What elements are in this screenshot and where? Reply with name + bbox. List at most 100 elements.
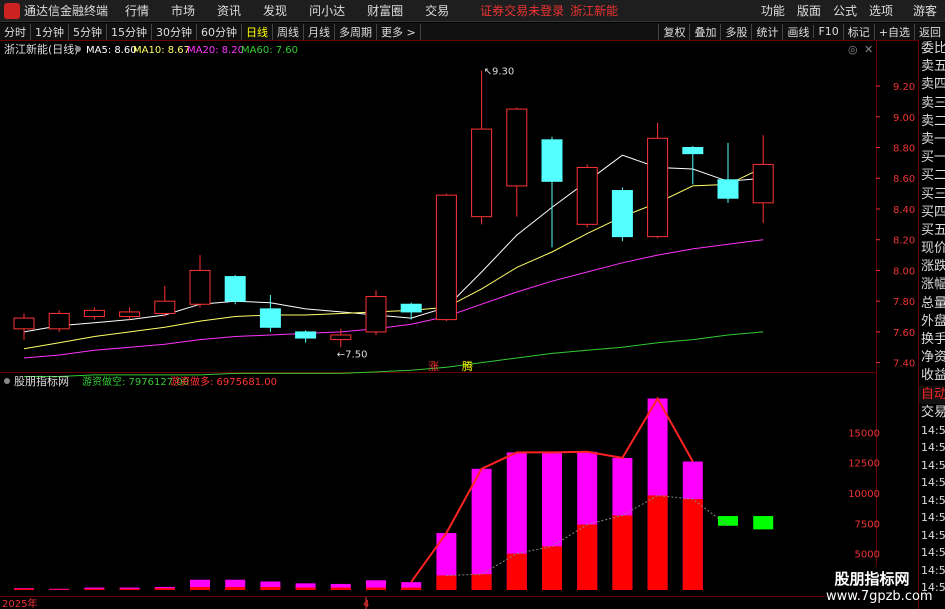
sub-y-tick-0: 15000 <box>848 428 880 439</box>
quote-label-11: 现价 <box>921 241 945 257</box>
high-price-label: ↖9.30 <box>484 67 515 78</box>
sub-legend-1: 游资做多: 6975681.00 <box>170 375 277 388</box>
quote-label-9: 买四 <box>921 204 945 220</box>
sub-bar-outer-13 <box>471 468 492 590</box>
main-y-tick-1: 9.00 <box>893 113 915 124</box>
sub-toggle-icon <box>4 378 10 384</box>
quote-label-1: 卖五 <box>921 59 945 75</box>
candle-body-5 <box>189 269 211 305</box>
x-label-year: 2025年 <box>2 597 37 609</box>
candle-body-12 <box>435 194 457 321</box>
sub-bar-inner-10 <box>366 587 386 590</box>
sub-bar-inner-15 <box>542 546 562 590</box>
candle-body-9 <box>330 334 352 341</box>
quote-label-7: 买二 <box>921 168 945 184</box>
candle-body-17 <box>611 190 633 238</box>
sub-bar-green-21 <box>753 516 774 530</box>
candle-body-8 <box>295 331 317 339</box>
sub-bar-inner-12 <box>436 575 457 590</box>
sub-bar-inner-17 <box>612 515 633 590</box>
quote-label-6: 买一 <box>921 150 945 166</box>
sub-bar-inner-19 <box>682 499 703 590</box>
ma-label-3: MA60: 7.60 <box>241 45 298 56</box>
quote-label-10: 买五 <box>921 222 945 238</box>
quote-label-4: 卖二 <box>921 113 945 129</box>
close-icon: ✕ <box>864 43 873 56</box>
candle-body-0 <box>13 317 35 330</box>
main-y-tick-9: 7.40 <box>893 359 915 370</box>
panel-tab-1[interactable]: 交易 <box>919 404 945 422</box>
watermark: 股朋指标网 www.7gpzb.com <box>826 565 933 609</box>
quote-label-14: 总量 <box>921 295 945 311</box>
watermark-url: www.7gpzb.com <box>826 589 933 604</box>
sub-y-tick-1: 12500 <box>848 459 880 470</box>
watermark-title: 股朋指标网 <box>834 570 910 588</box>
main-chart-title: 浙江新能(日线) <box>4 42 79 56</box>
sub-y-tick-2: 10000 <box>848 489 880 500</box>
x-label-month: 4 <box>363 599 369 609</box>
sub-bar-inner-9 <box>330 587 351 590</box>
sub-chart-title: 股朋指标网 <box>14 374 69 388</box>
low-price-label: ←7.50 <box>337 349 368 360</box>
sub-bar-inner-0 <box>14 588 34 590</box>
main-y-tick-3: 8.60 <box>893 174 915 185</box>
candle-body-4 <box>154 300 176 314</box>
candle-body-3 <box>119 311 141 318</box>
main-y-tick-0: 9.20 <box>893 82 915 93</box>
main-y-tick-4: 8.40 <box>893 205 915 216</box>
sub-bar-inner-3 <box>119 588 140 590</box>
quote-panel: 委比 卖五 卖四 卖三 卖二 卖一 买一 买二 买三 买四 买五 现价 涨跌 涨幅 总量 外盘 换手 净资 收益 自动… <box>918 40 945 609</box>
quote-label-15: 外盘 <box>921 313 945 329</box>
sub-y-tick-3: 7500 <box>855 519 880 530</box>
main-y-tick-5: 8.20 <box>893 236 915 247</box>
event-label-0: 涨 <box>428 360 439 373</box>
main-y-tick-6: 8.00 <box>893 266 915 277</box>
chart-canvas: ◎ ✕ 浙江新能(日线) MA5: 8.60MA10: 8.67MA20: 8.20M… <box>0 40 918 609</box>
candle-body-16 <box>576 166 598 225</box>
quote-label-12: 涨跌 <box>921 259 945 275</box>
candle-body-11 <box>400 303 422 313</box>
sub-bar-inner-1 <box>49 589 70 590</box>
quote-label-13: 涨幅 <box>921 277 945 293</box>
sub-bar-inner-5 <box>190 586 210 590</box>
settings-icon: ◎ <box>848 43 858 56</box>
candle-body-20 <box>717 179 739 199</box>
trade-time-6: 14:56 <box>921 528 945 542</box>
candle-body-13 <box>471 128 493 218</box>
ma-line-ma20 <box>23 239 764 359</box>
toolbar-button-8[interactable]: 返回 <box>914 23 945 40</box>
trade-time-7: 14:56 <box>921 546 945 560</box>
ma-label-2: MA20: 8.20 <box>187 45 244 56</box>
quote-label-17: 净资 <box>921 350 945 366</box>
panel-tab-0[interactable]: 自动 <box>919 385 945 404</box>
sub-bar-inner-14 <box>506 553 527 590</box>
sub-bar-inner-16 <box>577 524 598 590</box>
event-label-1: 腾 <box>462 359 473 373</box>
sub-bar-inner-11 <box>401 587 422 590</box>
trade-time-5: 14:56 <box>921 511 945 525</box>
candle-body-15 <box>541 139 563 182</box>
trade-time-1: 14:56 <box>921 441 945 455</box>
trade-time-8: 14:56 <box>921 563 945 577</box>
candle-body-18 <box>647 137 669 238</box>
candle-body-2 <box>83 309 105 318</box>
quote-label-5: 卖一 <box>921 131 945 147</box>
ma-label-0: MA5: 8.60 <box>86 45 137 56</box>
quote-label-8: 买三 <box>921 186 945 202</box>
trade-time-2: 14:56 <box>921 458 945 472</box>
sub-bar-inner-8 <box>295 587 316 590</box>
sub-bar-inner-13 <box>471 574 492 590</box>
main-y-tick-8: 7.60 <box>893 328 915 339</box>
main-y-tick-7: 7.80 <box>893 297 915 308</box>
candle-body-6 <box>224 276 246 302</box>
trade-time-0: 14:56 <box>921 423 945 437</box>
sub-bar-inner-6 <box>225 586 246 590</box>
candle-body-10 <box>365 296 387 333</box>
candle-body-21 <box>752 163 774 204</box>
quote-label-18: 收益 <box>921 368 945 384</box>
quote-label-0: 委比 <box>921 41 945 56</box>
quote-label-3: 卖三 <box>921 95 945 111</box>
sub-bar-inner-7 <box>260 586 281 590</box>
quote-label-16: 换手 <box>921 332 945 347</box>
trade-time-3: 14:56 <box>921 476 945 490</box>
